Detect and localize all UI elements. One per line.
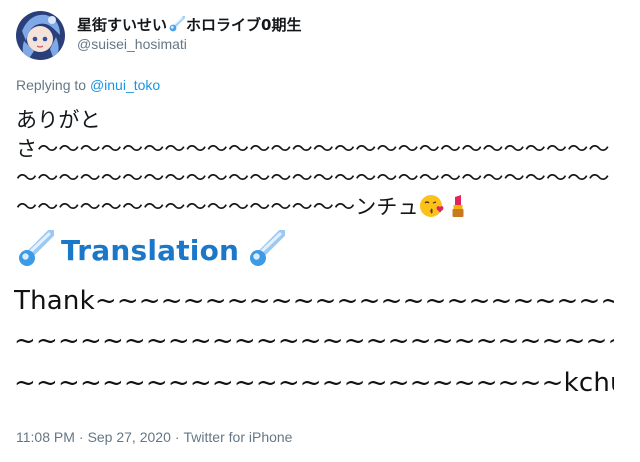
tweet-text: ありがとさ〜〜〜〜〜〜〜〜〜〜〜〜〜〜〜〜〜〜〜〜〜〜〜〜〜〜〜〜〜〜〜〜〜〜〜…: [16, 106, 620, 222]
display-name-part2: ホロライブ0期生: [186, 16, 302, 34]
tweet-time: 11:08 PM: [16, 429, 75, 445]
translation-line-3-text: ~~~~~~~~~~~~~~~~~~~~~~~~~kchu: [14, 368, 614, 398]
lipstick-icon: [445, 193, 471, 219]
tweet-tilde-run: 〜〜〜〜〜〜〜〜〜〜〜〜〜〜〜〜〜〜〜〜〜〜〜〜〜〜〜〜〜〜〜〜〜〜〜〜〜〜〜〜…: [16, 137, 610, 219]
display-name[interactable]: 星街すいせい ホロライブ0期生: [77, 14, 301, 35]
translation-line-3: ~~~~~~~~~~~~~~~~~~~~~~~~~kchu: [14, 364, 614, 398]
comet-icon: [168, 15, 186, 33]
tweet-source-link[interactable]: Twitter for iPhone: [184, 429, 293, 445]
user-handle[interactable]: @suisei_hosimati: [77, 36, 187, 52]
translation-line-1: Thank~~~~~~~~~~~~~~~~~~~~~~~~~: [14, 286, 614, 316]
kissing-face-with-heart-icon: [419, 193, 445, 219]
avatar[interactable]: [16, 11, 65, 60]
comet-icon: [16, 229, 55, 270]
tweet-text-end: ンチュ: [355, 195, 419, 219]
separator-dot: ·: [174, 429, 180, 445]
separator-dot: ·: [78, 429, 84, 445]
display-name-part1: 星街すいせい: [77, 16, 168, 34]
translation-header: Translation: [16, 229, 287, 270]
translation-title: Translation: [61, 233, 240, 267]
replying-to-label: Replying to: [16, 77, 87, 93]
comet-icon: [247, 229, 287, 270]
translation-image[interactable]: Thank~~~~~~~~~~~~~~~~~~~~~~~~~ ~~~~~~~~~…: [14, 286, 614, 412]
tweet-date: Sep 27, 2020: [87, 429, 171, 445]
translation-line-2: ~~~~~~~~~~~~~~~~~~~~~~~~~~~~~: [14, 326, 614, 356]
tweet-timestamp[interactable]: 11:08 PM · Sep 27, 2020 · Twitter for iPhone: [16, 429, 296, 445]
replying-to: Replying to @inui_toko: [16, 77, 160, 93]
reply-mention-link[interactable]: @inui_toko: [90, 77, 160, 93]
